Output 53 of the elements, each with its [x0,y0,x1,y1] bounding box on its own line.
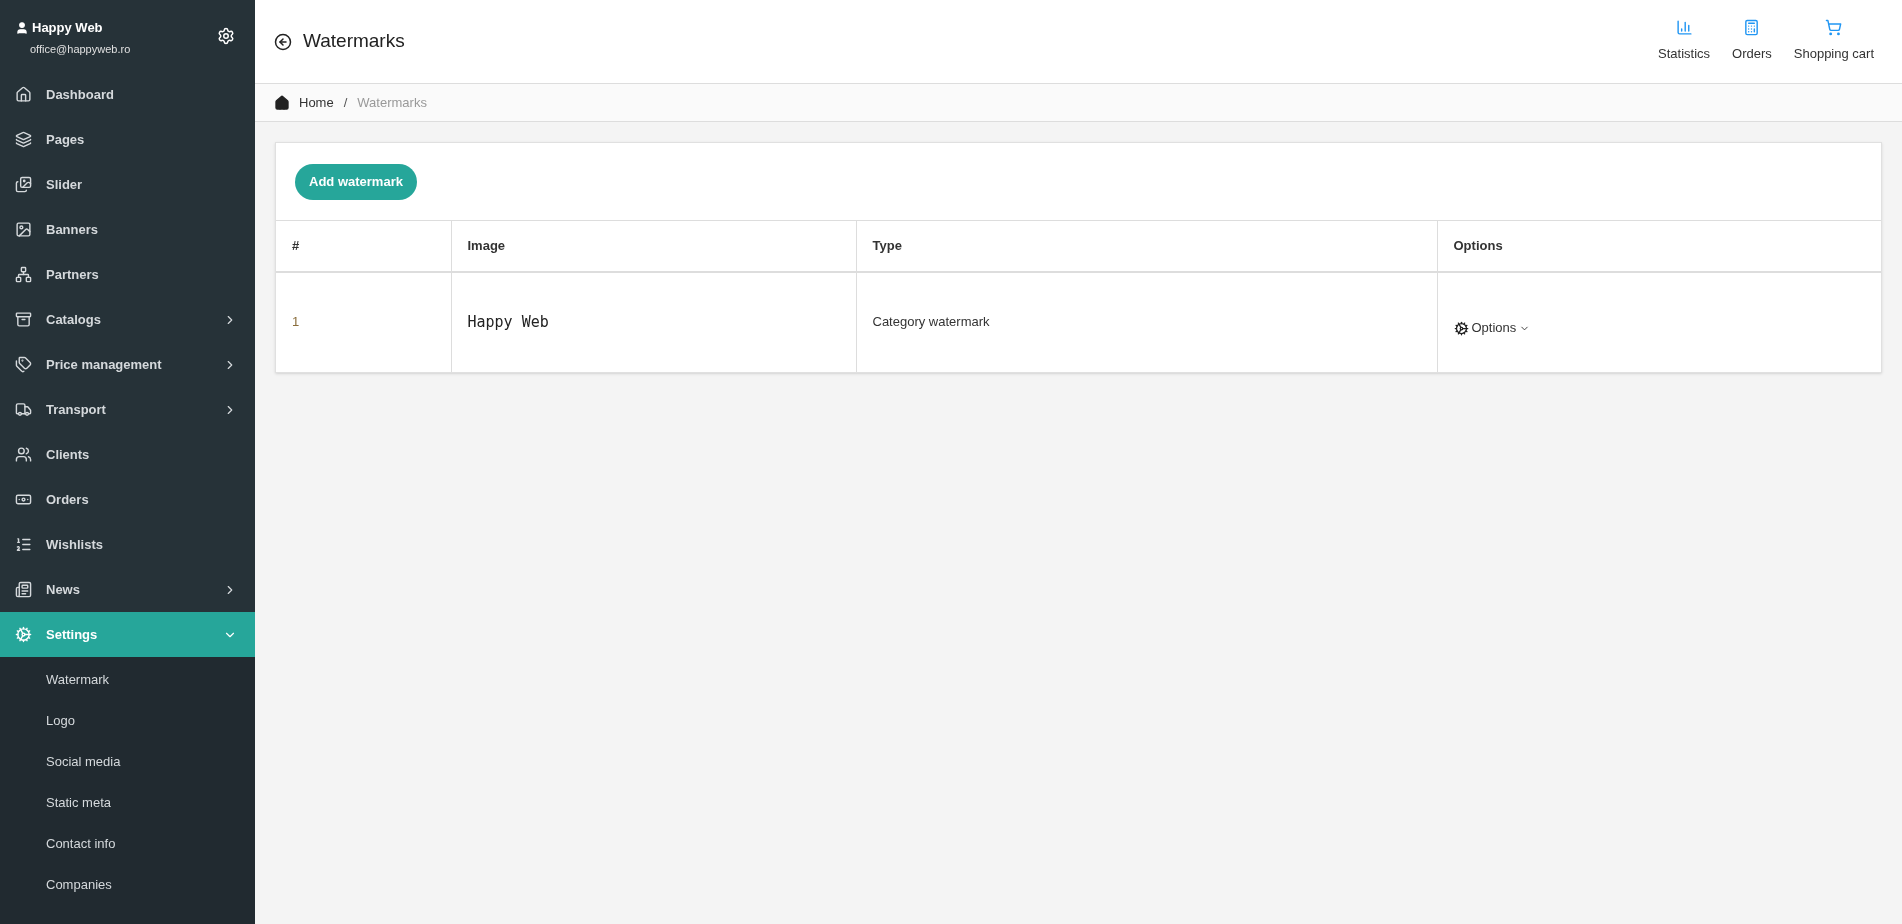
column-header: Options [1437,220,1881,272]
toolbar-button[interactable]: Statistics [1658,19,1711,64]
newspaper-icon [15,581,32,598]
submenu-item[interactable]: Static meta [0,782,255,823]
sidebar-item[interactable]: Pages [0,117,255,162]
options-dropdown[interactable]: Options [1453,318,1531,338]
sidebar-item[interactable]: Banners [0,207,255,252]
column-header: Image [451,220,856,272]
calculator-icon [1743,19,1761,37]
cog-icon [15,626,32,643]
sidebar-item[interactable]: Clients [0,432,255,477]
tags-icon [15,356,32,373]
sidebar-item[interactable]: Catalogs [0,297,255,342]
column-header: # [276,220,451,272]
network-icon [15,266,32,283]
users-icon [15,446,32,463]
column-header: Type [856,220,1437,272]
cog-icon [1453,320,1469,336]
user-email: office@happyweb.ro [29,41,131,57]
sidebar-item[interactable]: Dashboard [0,72,255,117]
breadcrumb-separator: / [343,93,348,112]
submenu-item[interactable]: Contact info [0,823,255,864]
home-icon[interactable] [274,94,290,111]
sidebar-item[interactable]: News [0,567,255,612]
table-cell: Category watermark [856,271,1437,372]
table-cell: 1 [276,271,451,372]
sidebar-item[interactable]: Wishlists [0,522,255,567]
sidebar-item[interactable]: Price management [0,342,255,387]
submenu-item[interactable]: Watermark [0,659,255,700]
truck-icon [15,401,32,418]
breadcrumb-link[interactable]: Home [299,92,334,113]
sidebar-item[interactable]: Orders [0,477,255,522]
submenu-item[interactable]: Logo [0,700,255,741]
toolbar-button[interactable]: Orders [1732,19,1772,64]
sidebar-item[interactable]: Transport [0,387,255,432]
images-icon [15,176,32,193]
page-title: Watermarks [303,29,405,54]
watermark-logo: Happy Web [467,312,549,331]
submenu-item[interactable]: Companies [0,864,255,905]
user-name: Happy Web [32,19,103,37]
sidebar-item[interactable]: Slider [0,162,255,207]
shopping-cart-icon [1825,19,1843,37]
toolbar-button[interactable]: Shopping cart [1793,19,1874,64]
numbered-list-icon [15,536,32,553]
image-icon [15,221,32,238]
archive-icon [15,311,32,328]
settings-icon[interactable] [217,27,235,45]
sidebar-item[interactable]: Partners [0,252,255,297]
layers-icon [15,131,32,148]
submenu-item[interactable]: Social media [0,741,255,782]
house-icon [15,86,32,103]
user-icon [15,20,29,35]
bar-chart-icon [1675,19,1693,37]
